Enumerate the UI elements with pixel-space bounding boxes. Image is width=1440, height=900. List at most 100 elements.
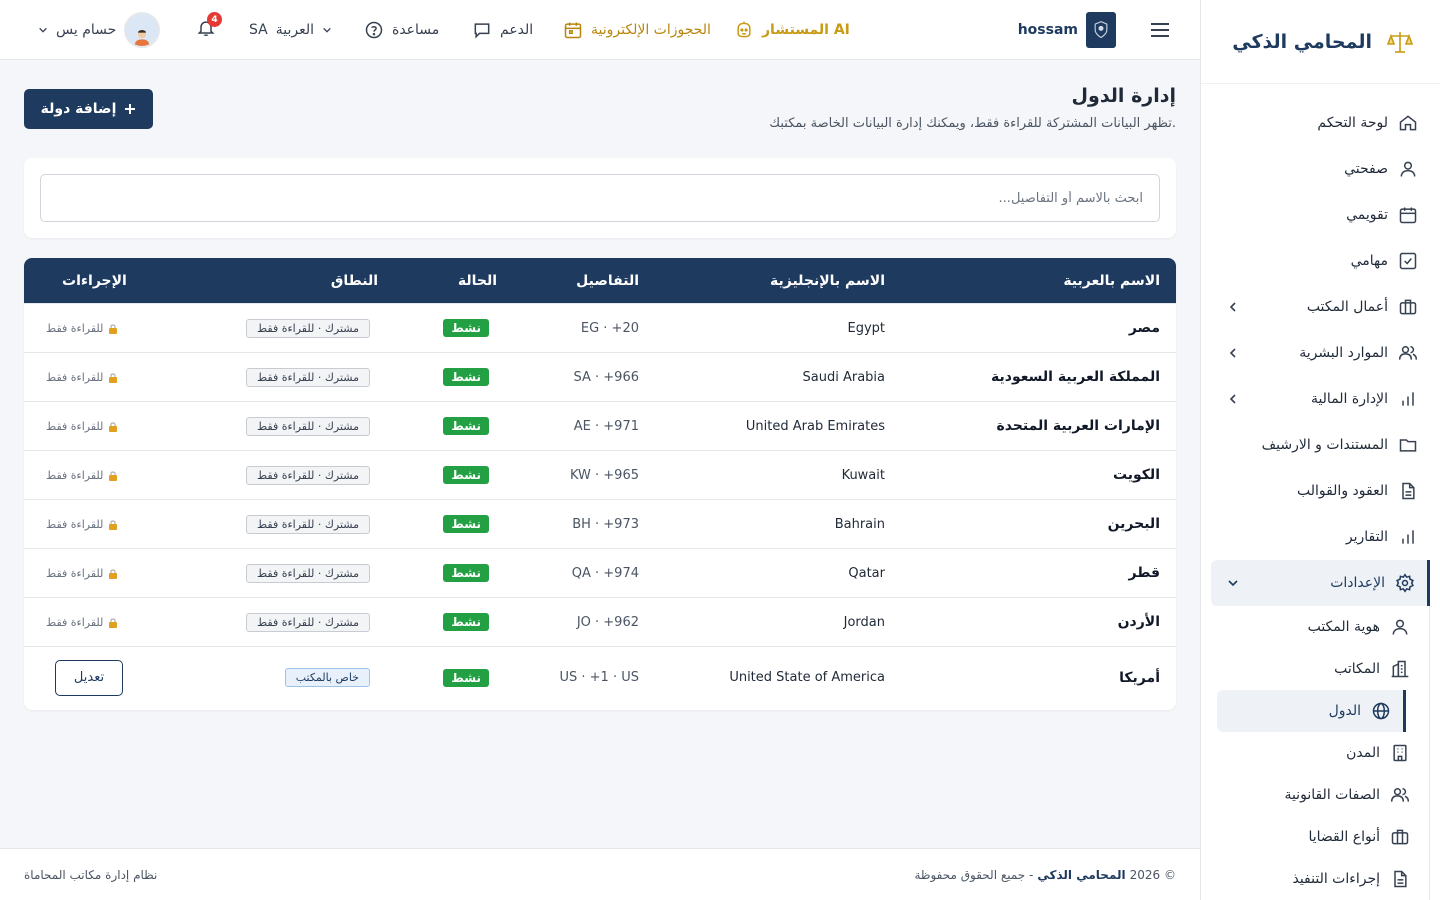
profile-name: حسام يس bbox=[56, 22, 117, 38]
bell-wrap: 4 bbox=[196, 12, 222, 42]
footer-system-name: نظام إدارة مكاتب المحاماة bbox=[24, 868, 158, 882]
lock-icon bbox=[109, 568, 118, 579]
bar-chart-icon bbox=[1402, 530, 1414, 544]
bar-chart-icon bbox=[1402, 392, 1414, 406]
readonly-text: للقراءة فقط bbox=[46, 566, 104, 580]
sub-item-cities[interactable]: المدن bbox=[1201, 732, 1440, 774]
briefcase-icon bbox=[1391, 829, 1409, 845]
plus-icon bbox=[125, 104, 136, 114]
chevron-down-icon bbox=[323, 27, 331, 33]
language-code: SA bbox=[249, 22, 268, 38]
status-badge: نشط bbox=[443, 668, 489, 687]
brand[interactable]: المحامي الذكي bbox=[1201, 0, 1440, 84]
sub-item-case-types[interactable]: أنواع القضايا bbox=[1201, 816, 1440, 858]
briefcase-icon bbox=[1399, 299, 1417, 315]
sidebar-item-calendar[interactable]: تقويمي bbox=[1201, 192, 1440, 238]
sidebar-item-settings[interactable]: الإعدادات bbox=[1211, 560, 1430, 606]
support-button[interactable]: الدعم bbox=[472, 0, 533, 60]
ai-advisor-button[interactable]: المستشار AI bbox=[734, 0, 850, 60]
sidebar-item-label: التقارير bbox=[1345, 529, 1388, 545]
cell-actions: للقراءة فقط bbox=[46, 353, 118, 401]
help-label: مساعدة bbox=[392, 22, 440, 38]
lock-icon bbox=[109, 323, 118, 334]
sub-item-offices[interactable]: المكاتب bbox=[1201, 648, 1440, 690]
sub-item-office-identity[interactable]: هوية المكتب bbox=[1201, 606, 1440, 648]
readonly-label: للقراءة فقط bbox=[46, 322, 118, 335]
users-icon bbox=[1390, 788, 1410, 802]
building-icon bbox=[1391, 660, 1409, 678]
table-row: البحرين Bahrain BH · +973 نشط مشترك · لل… bbox=[24, 499, 1176, 548]
hamburger-icon bbox=[1151, 23, 1169, 37]
sub-item-enforcement-procedures[interactable]: إجراءات التنفيذ bbox=[1201, 858, 1440, 900]
scope-badge: مشترك · للقراءة فقط bbox=[245, 465, 370, 485]
sub-item-countries[interactable]: الدول bbox=[1217, 690, 1406, 732]
sidebar-item-dashboard[interactable]: لوحة التحكم bbox=[1201, 100, 1440, 146]
sub-item-label: الدول bbox=[1328, 703, 1361, 719]
copyright: © 2026 المحامي الذكي - جميع الحقوق محفوظ… bbox=[914, 849, 1176, 900]
sidebar-item-label: الإدارة المالية bbox=[1310, 391, 1388, 407]
cell-details: EG · +20 bbox=[580, 320, 639, 336]
chevron-left-icon bbox=[1229, 394, 1236, 404]
status-badge: نشط bbox=[443, 417, 489, 435]
calendar-icon bbox=[564, 22, 582, 39]
header-name-ar: الاسم بالعربية bbox=[1063, 272, 1160, 289]
avatar-person-icon bbox=[134, 30, 150, 46]
support-label: الدعم bbox=[500, 22, 534, 38]
table-row: الكويت Kuwait KW · +965 نشط مشترك · للقر… bbox=[24, 450, 1176, 499]
cell-name-en: Qatar bbox=[848, 565, 885, 581]
user-account[interactable]: hossam bbox=[1018, 0, 1116, 60]
lock-icon bbox=[109, 372, 118, 383]
table-header: الاسم بالعربية الاسم بالإنجليزية التفاصي… bbox=[24, 258, 1176, 303]
shield-logo-icon bbox=[1094, 21, 1108, 39]
profile-menu[interactable]: حسام يس bbox=[38, 0, 161, 60]
sub-item-label: إجراءات التنفيذ bbox=[1292, 871, 1380, 887]
footer-rights: - جميع الحقوق محفوظة bbox=[914, 868, 1034, 882]
chevron-down-icon bbox=[39, 27, 47, 33]
cell-status: نشط bbox=[443, 451, 489, 499]
cell-details: BH · +973 bbox=[572, 516, 639, 532]
cell-name-ar: البحرين bbox=[1107, 516, 1160, 532]
office-building-icon bbox=[1393, 744, 1407, 762]
sub-item-legal-capacities[interactable]: الصفات القانونية bbox=[1201, 774, 1440, 816]
cell-status: نشط bbox=[443, 598, 489, 646]
cell-scope: مشترك · للقراءة فقط bbox=[245, 549, 370, 597]
table-row: الإمارات العربية المتحدة United Arab Emi… bbox=[24, 401, 1176, 450]
chevron-down-icon bbox=[1228, 580, 1238, 587]
cell-actions: للقراءة فقط bbox=[46, 451, 118, 499]
sidebar-item-office-work[interactable]: أعمال المكتب bbox=[1201, 284, 1440, 330]
sidebar-item-finance[interactable]: الإدارة المالية bbox=[1201, 376, 1440, 422]
submenu-divider bbox=[1429, 606, 1430, 900]
sidebar: المحامي الذكي لوحة التحكم صفحتي تقويمي م… bbox=[1200, 0, 1440, 900]
sidebar-item-hr[interactable]: الموارد البشرية bbox=[1201, 330, 1440, 376]
sidebar-item-documents[interactable]: المستندات و الارشيف bbox=[1201, 422, 1440, 468]
sub-item-label: الصفات القانونية bbox=[1284, 787, 1380, 803]
cell-scope: مشترك · للقراءة فقط bbox=[245, 598, 370, 646]
status-badge: نشط bbox=[443, 368, 489, 386]
cell-details: US · +1 · US bbox=[559, 670, 640, 685]
language-selector[interactable]: SA العربية bbox=[249, 0, 332, 60]
user-icon bbox=[1400, 161, 1416, 177]
chevron-left-icon bbox=[1229, 348, 1236, 358]
help-button[interactable]: مساعدة bbox=[364, 0, 439, 60]
sidebar-item-label: صفحتي bbox=[1344, 161, 1388, 177]
cell-name-en: Bahrain bbox=[834, 516, 885, 532]
edit-button[interactable]: تعديل bbox=[55, 659, 123, 696]
menu-toggle-button[interactable] bbox=[1150, 0, 1170, 60]
sidebar-item-contracts[interactable]: العقود والقوالب bbox=[1201, 468, 1440, 514]
add-country-button[interactable]: إضافة دولة bbox=[24, 89, 153, 129]
topbar: hossam المستشار AI الحجوزات الإلكترونية … bbox=[0, 0, 1200, 60]
notifications-button[interactable]: 4 bbox=[196, 0, 222, 60]
globe-icon bbox=[1372, 702, 1390, 720]
table-row: المملكة العربية السعودية Saudi Arabia SA… bbox=[24, 352, 1176, 401]
ai-advisor-label: المستشار AI bbox=[762, 22, 850, 38]
sidebar-item-label: الموارد البشرية bbox=[1299, 345, 1388, 361]
search-input[interactable] bbox=[40, 174, 1160, 222]
sub-item-label: أنواع القضايا bbox=[1308, 829, 1380, 845]
cell-name-en: Jordan bbox=[843, 614, 885, 630]
cell-scope: مشترك · للقراءة فقط bbox=[245, 500, 370, 548]
check-square-icon bbox=[1399, 252, 1417, 270]
sidebar-item-profile[interactable]: صفحتي bbox=[1201, 146, 1440, 192]
sidebar-item-tasks[interactable]: مهامي bbox=[1201, 238, 1440, 284]
sidebar-item-reports[interactable]: التقارير bbox=[1201, 514, 1440, 560]
bookings-button[interactable]: الحجوزات الإلكترونية bbox=[563, 0, 711, 60]
